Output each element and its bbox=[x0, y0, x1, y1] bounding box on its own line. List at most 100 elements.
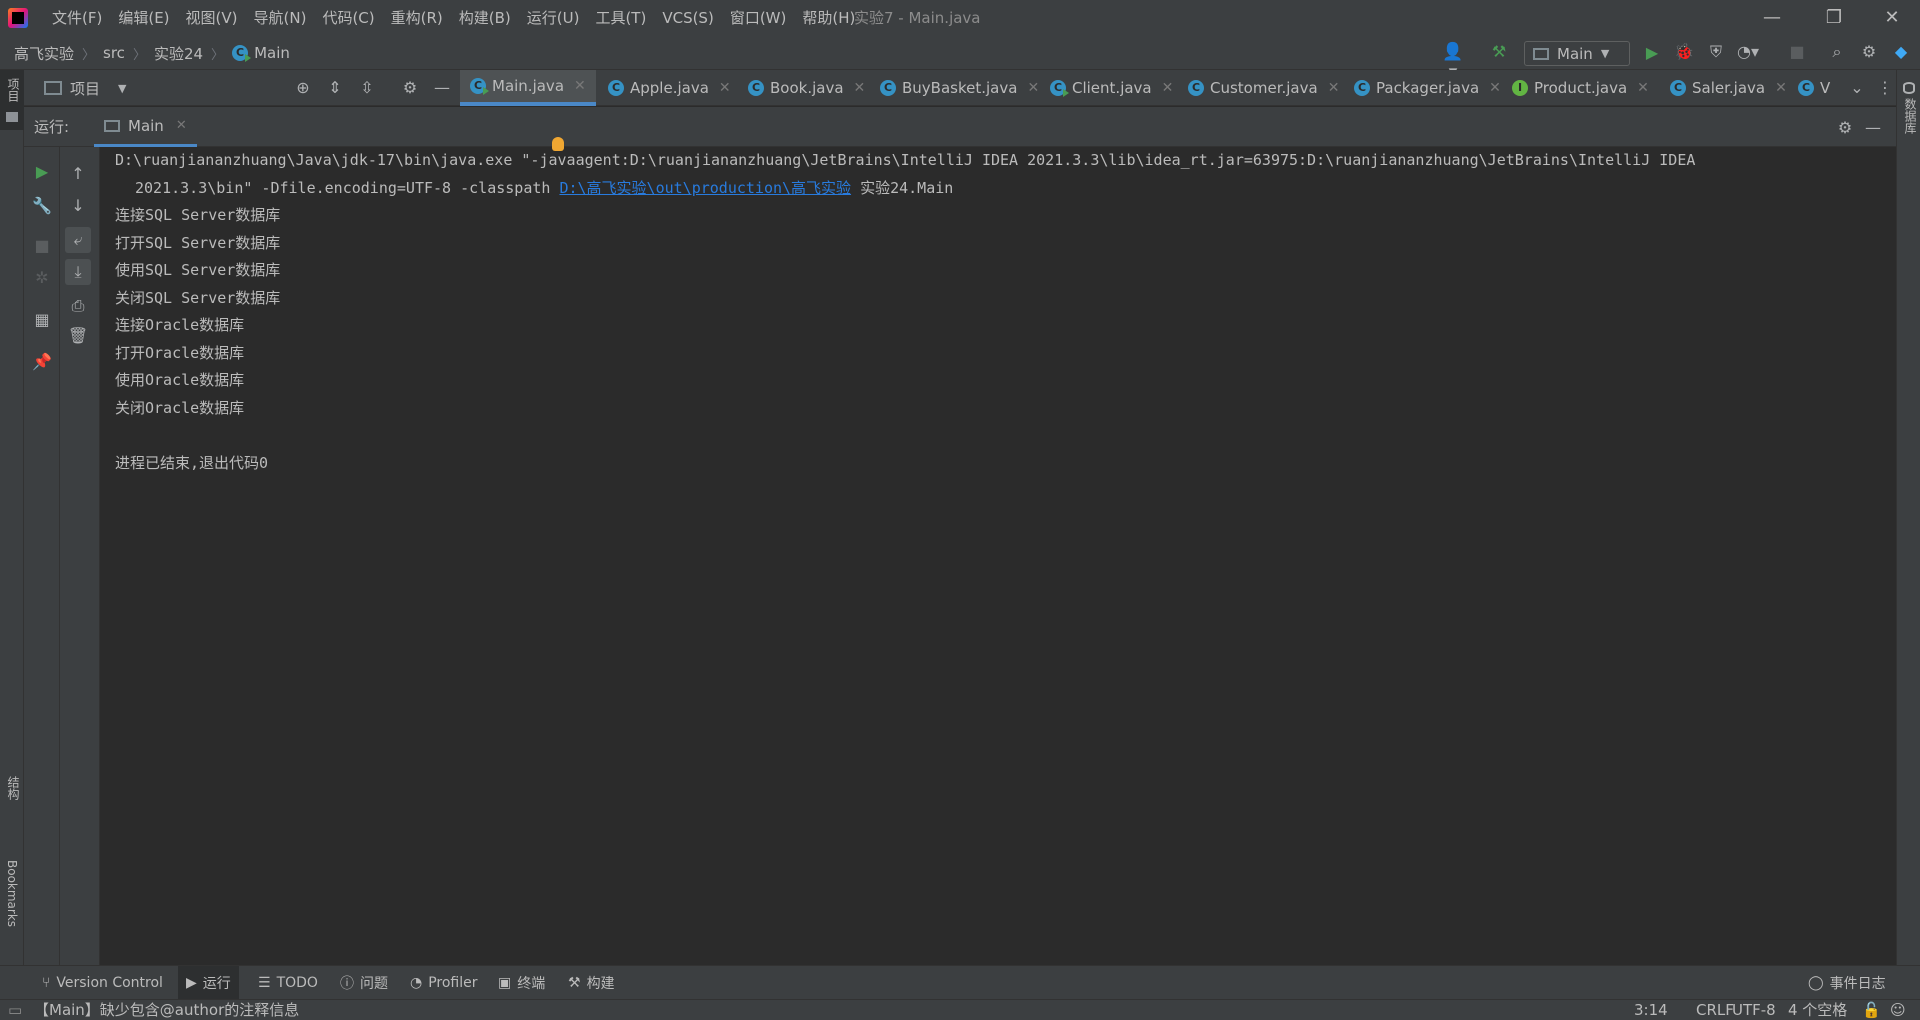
menu-edit[interactable]: 编辑(E) bbox=[110, 0, 177, 36]
close-tab-icon[interactable]: ✕ bbox=[854, 80, 866, 96]
menu-refactor[interactable]: 重构(R) bbox=[383, 0, 451, 36]
database-stripe-button[interactable]: 数据库 bbox=[1897, 70, 1920, 140]
close-tab-icon[interactable]: ✕ bbox=[574, 78, 586, 94]
breadcrumb-class[interactable]: Main bbox=[254, 44, 290, 62]
tab-product-java[interactable]: I Product.java ✕ bbox=[1502, 70, 1659, 106]
menu-file[interactable]: 文件(F) bbox=[44, 0, 110, 36]
settings-gear-icon[interactable]: ⚙ bbox=[1832, 118, 1858, 137]
lightbulb-icon[interactable] bbox=[552, 137, 564, 151]
problems-tool-button[interactable]: ⓘ 问题 bbox=[332, 966, 396, 1000]
chevron-down-icon[interactable]: ⌄ bbox=[1844, 78, 1870, 97]
build-tool-button[interactable]: ⚒ 构建 bbox=[560, 966, 623, 1000]
todo-tool-button[interactable]: ☰ TODO bbox=[250, 966, 326, 1000]
hide-panel-icon[interactable]: — bbox=[1860, 118, 1886, 137]
menu-code[interactable]: 代码(C) bbox=[314, 0, 382, 36]
tab-book-java[interactable]: C Book.java ✕ bbox=[738, 70, 875, 106]
close-tab-icon[interactable]: ✕ bbox=[1637, 80, 1649, 96]
close-button[interactable]: ✕ bbox=[1864, 0, 1920, 36]
inspector-icon[interactable]: ☺ bbox=[1890, 1000, 1906, 1020]
toggle-tool-windows-icon[interactable]: ▭ bbox=[8, 1000, 22, 1020]
tab-apple-java[interactable]: C Apple.java ✕ bbox=[598, 70, 741, 106]
expand-all-icon[interactable]: ⇕ bbox=[322, 78, 348, 97]
terminal-tool-button[interactable]: ▣ 终端 bbox=[490, 966, 553, 1000]
arrow-up-icon[interactable]: ↑ bbox=[65, 161, 91, 187]
run-icon[interactable]: ▶ bbox=[1639, 43, 1665, 62]
toolbox-icon[interactable]: ◆ bbox=[1888, 42, 1914, 61]
stop-icon[interactable]: ■ bbox=[29, 233, 55, 259]
print-icon[interactable]: ⎙ bbox=[65, 293, 91, 319]
tab-buybasket-java[interactable]: C BuyBasket.java ✕ bbox=[870, 70, 1049, 106]
hide-panel-icon[interactable]: — bbox=[429, 78, 455, 97]
menu-run[interactable]: 运行(U) bbox=[519, 0, 588, 36]
run-tool-button[interactable]: ▶ 运行 bbox=[178, 966, 239, 1000]
info-icon: ⓘ bbox=[340, 976, 354, 992]
debug-bug-icon[interactable]: ✲ bbox=[29, 265, 55, 291]
close-tab-icon[interactable]: ✕ bbox=[1489, 80, 1501, 96]
locate-file-icon[interactable]: ⊕ bbox=[290, 78, 316, 97]
breadcrumb-project[interactable]: 高飞实验 bbox=[14, 43, 74, 64]
file-encoding[interactable]: UTF-8 bbox=[1732, 1000, 1776, 1020]
menu-help[interactable]: 帮助(H) bbox=[794, 0, 863, 36]
trash-icon[interactable]: 🗑 bbox=[65, 323, 91, 349]
coverage-icon[interactable]: ⛨ bbox=[1703, 42, 1729, 62]
read-write-lock-icon[interactable]: 🔓 bbox=[1862, 1000, 1881, 1020]
line-separator[interactable]: CRLF bbox=[1696, 1000, 1734, 1020]
settings-gear-icon[interactable]: ⚙ bbox=[1856, 42, 1882, 61]
tab-packager-java[interactable]: C Packager.java ✕ bbox=[1344, 70, 1511, 106]
status-bar: ▭ 【Main】缺少包含@author的注释信息 3:14 CRLF UTF-8… bbox=[0, 999, 1920, 1020]
run-tab-main[interactable]: Main ✕ bbox=[94, 107, 197, 147]
debug-icon[interactable]: 🐞 bbox=[1671, 42, 1697, 61]
stop-icon[interactable]: ■ bbox=[1784, 42, 1810, 61]
close-tab-icon[interactable]: ✕ bbox=[176, 118, 187, 133]
close-tab-icon[interactable]: ✕ bbox=[1775, 80, 1787, 96]
menu-navigate[interactable]: 导航(N) bbox=[246, 0, 315, 36]
breadcrumb-package[interactable]: 实验24 bbox=[154, 43, 203, 64]
version-control-tool-button[interactable]: ⑂ Version Control bbox=[34, 966, 171, 1000]
tab-main-java[interactable]: C Main.java ✕ bbox=[460, 70, 596, 106]
project-panel-header[interactable]: 项目 ▼ bbox=[44, 70, 126, 106]
console-output[interactable]: D:\ruanjiananzhuang\Java\jdk-17\bin\java… bbox=[100, 147, 1896, 965]
scroll-to-end-icon[interactable]: ⤓ bbox=[65, 259, 91, 285]
profile-icon[interactable]: ◔▾ bbox=[1735, 42, 1761, 61]
menu-vcs[interactable]: VCS(S) bbox=[654, 0, 721, 36]
build-hammer-icon[interactable]: ⚒ bbox=[1486, 42, 1512, 61]
layout-icon[interactable]: ▦ bbox=[29, 307, 55, 333]
tab-customer-java[interactable]: C Customer.java ✕ bbox=[1178, 70, 1349, 106]
run-panel-header: 运行: Main ✕ ⚙ — bbox=[24, 107, 1896, 147]
structure-stripe-button[interactable]: 结构 bbox=[0, 770, 24, 830]
indent-setting[interactable]: 4 个空格 bbox=[1788, 1000, 1847, 1020]
console-classpath-link[interactable]: D:\高飞实验\out\production\高飞实验 bbox=[559, 179, 851, 197]
breadcrumb-src[interactable]: src bbox=[103, 44, 125, 62]
run-configuration-selector[interactable]: Main ▼ bbox=[1524, 41, 1630, 66]
tab-client-java[interactable]: C Client.java ✕ bbox=[1040, 70, 1183, 106]
pin-icon[interactable]: 📌 bbox=[29, 349, 55, 375]
bookmarks-stripe-button[interactable]: Bookmarks bbox=[0, 860, 24, 960]
tab-overflow-partial[interactable]: C V bbox=[1788, 70, 1844, 106]
arrow-down-icon[interactable]: ↓ bbox=[65, 193, 91, 219]
project-stripe-button[interactable]: 项目 bbox=[0, 70, 24, 130]
caret-position[interactable]: 3:14 bbox=[1634, 1000, 1668, 1020]
menu-build[interactable]: 构建(B) bbox=[451, 0, 519, 36]
minimize-button[interactable]: — bbox=[1744, 0, 1800, 36]
soft-wrap-icon[interactable]: ⤶ bbox=[65, 227, 91, 253]
close-tab-icon[interactable]: ✕ bbox=[1162, 80, 1174, 96]
rerun-icon[interactable]: ▶ bbox=[29, 159, 55, 185]
more-actions-icon[interactable]: ⋮ bbox=[1872, 78, 1898, 97]
event-log-tool-button[interactable]: ◯ 事件日志 bbox=[1800, 966, 1894, 1000]
collapse-all-icon[interactable]: ⇳ bbox=[354, 78, 380, 97]
close-tab-icon[interactable]: ✕ bbox=[719, 80, 731, 96]
chevron-down-icon[interactable]: ▼ bbox=[118, 82, 126, 95]
console-line: 使用SQL Server数据库 bbox=[115, 261, 281, 279]
menu-view[interactable]: 视图(V) bbox=[178, 0, 246, 36]
class-icon: C bbox=[1798, 80, 1814, 96]
menu-window[interactable]: 窗口(W) bbox=[722, 0, 795, 36]
menu-tools[interactable]: 工具(T) bbox=[587, 0, 654, 36]
wrench-icon[interactable]: 🔧 bbox=[29, 193, 55, 219]
close-tab-icon[interactable]: ✕ bbox=[1027, 80, 1039, 96]
profiler-tool-button[interactable]: ◔ Profiler bbox=[402, 966, 486, 1000]
search-icon[interactable]: ⌕ bbox=[1824, 42, 1850, 62]
close-tab-icon[interactable]: ✕ bbox=[1328, 80, 1340, 96]
tab-saler-java[interactable]: C Saler.java ✕ bbox=[1660, 70, 1797, 106]
panel-settings-icon[interactable]: ⚙ bbox=[397, 78, 423, 97]
restore-button[interactable]: ❐ bbox=[1806, 0, 1862, 36]
